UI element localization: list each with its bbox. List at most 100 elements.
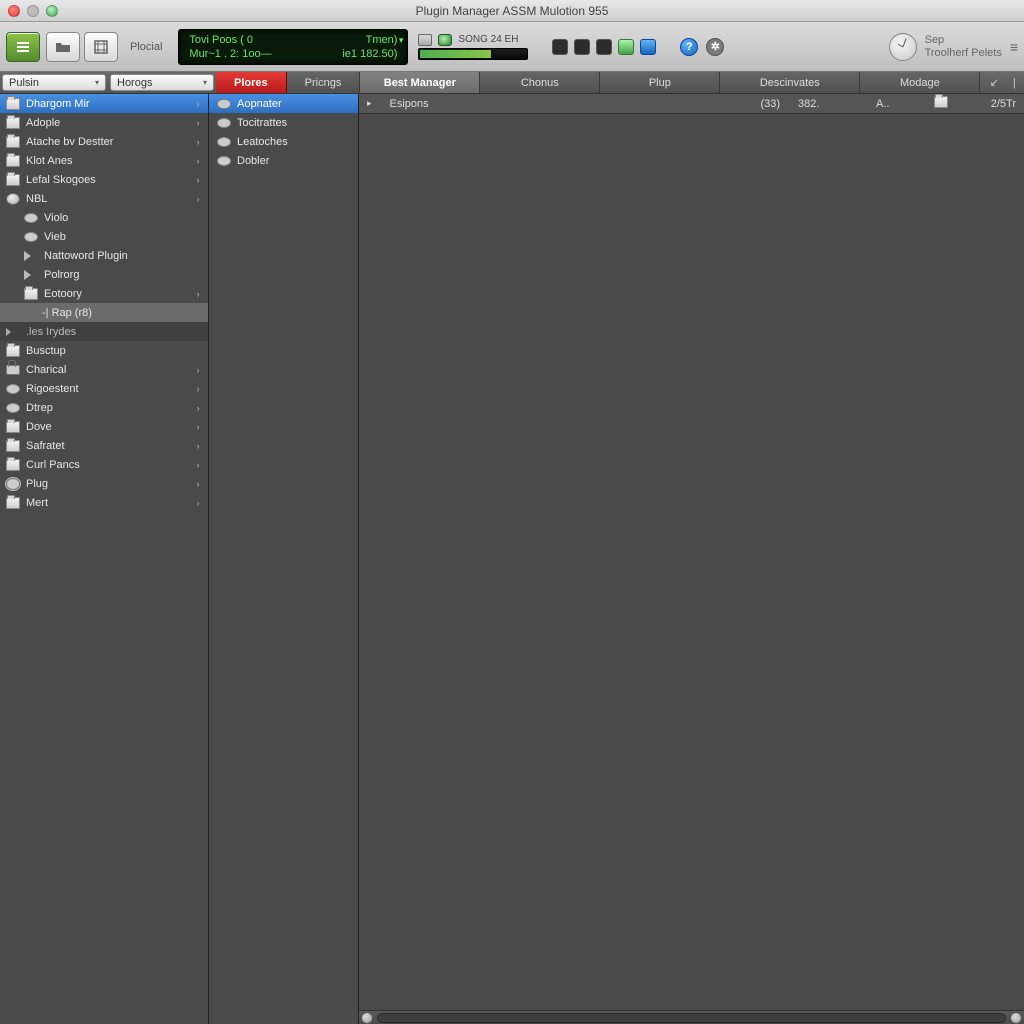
chevron-right-icon: › <box>192 194 204 204</box>
sidebar-item[interactable]: Vieb <box>0 227 208 246</box>
sublist-item[interactable]: Aopnater <box>209 94 358 113</box>
sidebar-item[interactable]: Dtrep› <box>0 398 208 417</box>
header-folder-icon[interactable] <box>934 96 948 111</box>
folder-icon <box>55 39 71 55</box>
status-slot-5[interactable] <box>640 39 656 55</box>
sublist-item-label: Dobler <box>237 155 269 167</box>
tab-chonus[interactable]: Chonus <box>480 72 600 93</box>
horizontal-scrollbar[interactable] <box>359 1010 1024 1024</box>
header-col-count[interactable]: (33) <box>760 98 780 110</box>
cpu-meter-fill <box>420 50 490 58</box>
status-slot-2[interactable] <box>574 39 590 55</box>
item-icon <box>217 137 231 147</box>
tab-descinvates[interactable]: Descinvates <box>720 72 860 93</box>
close-window-button[interactable] <box>8 5 20 17</box>
tab-best-manager[interactable]: Best Manager <box>360 72 480 93</box>
sidebar-section-header[interactable]: .les Irydes <box>0 322 208 341</box>
sidebar-item[interactable]: Lefal Skogoes› <box>0 170 208 189</box>
scroll-right-button[interactable] <box>1010 1012 1022 1024</box>
zoom-window-button[interactable] <box>46 5 58 17</box>
tri-icon <box>24 270 38 280</box>
status-slot-4[interactable] <box>618 39 634 55</box>
grid-view-button[interactable] <box>84 32 118 62</box>
sidebar-item[interactable]: Rigoestent› <box>0 379 208 398</box>
tab-plup[interactable]: Plup <box>600 72 720 93</box>
tab-label: Descinvates <box>760 77 820 89</box>
chevron-right-icon: › <box>192 479 204 489</box>
info-icon[interactable]: ? <box>680 38 698 56</box>
tab-pricngs[interactable]: Pricngs <box>287 72 361 93</box>
dot-icon <box>6 403 20 413</box>
sidebar-item[interactable]: Klot Anes› <box>0 151 208 170</box>
header-col-a[interactable]: A.. <box>876 98 916 110</box>
sidebar-item-label: Safratet <box>26 440 65 452</box>
sidebar-item[interactable]: Atache bv Destter› <box>0 132 208 151</box>
lcd-dropdown-icon[interactable]: ▾ <box>399 33 404 47</box>
sidebar-item[interactable]: Eotoory› <box>0 284 208 303</box>
file-view-button[interactable] <box>46 32 80 62</box>
sublist: Aopnater Tocitrattes Leatoches Dobler <box>209 94 359 1024</box>
toolbar-menu-icon[interactable]: ≡ <box>1010 39 1018 55</box>
sidebar: Dhargom Mir›Adople›Atache bv Destter›Klo… <box>0 94 209 1024</box>
titlebar: Plugin Manager ASSM Mulotion 955 <box>0 0 1024 22</box>
sidebar-item-label: Vieb <box>44 231 66 243</box>
filter-select-1[interactable]: Pulsin ▾ <box>2 74 106 91</box>
sidebar-item[interactable]: Curl Pancs› <box>0 455 208 474</box>
sublist-item[interactable]: Leatoches <box>209 132 358 151</box>
filter-select-1-label: Pulsin <box>9 77 39 89</box>
sidebar-item[interactable]: Adople› <box>0 113 208 132</box>
sidebar-item[interactable]: Busctup <box>0 341 208 360</box>
film-icon <box>93 39 109 55</box>
sidebar-item[interactable]: Violo <box>0 208 208 227</box>
header-col-page[interactable]: 2/5Tr <box>966 98 1016 110</box>
sidebar-item[interactable]: Nattoword Plugin <box>0 246 208 265</box>
triangle-icon <box>6 328 20 336</box>
folder-icon <box>934 96 948 108</box>
clock-icon[interactable] <box>889 33 917 61</box>
library-button[interactable] <box>6 32 40 62</box>
sublist-item-label: Tocitrattes <box>237 117 287 129</box>
sidebar-section-label: .les Irydes <box>26 326 76 338</box>
minimize-window-button[interactable] <box>27 5 39 17</box>
content-header: ▸ Esipons (33) 382. A.. 2/5Tr <box>359 94 1024 114</box>
transport-lcd[interactable]: ▾ Tovi Poos ( 0 Tmen) Mur~1 . 2: 1oo— ie… <box>178 29 408 65</box>
sidebar-item-label: Dhargom Mir <box>26 98 90 110</box>
tab-modage[interactable]: Modage <box>860 72 980 93</box>
sidebar-item[interactable]: Dhargom Mir› <box>0 94 208 113</box>
sidebar-item[interactable]: Dove› <box>0 417 208 436</box>
sidebar-item-label: Dtrep <box>26 402 53 414</box>
sidebar-item[interactable]: -| Rap (r8) <box>0 303 208 322</box>
filter-select-2-label: Horogs <box>117 77 152 89</box>
sidebar-item[interactable]: Plug› <box>0 474 208 493</box>
sidebar-item-label: Klot Anes <box>26 155 72 167</box>
sidebar-item[interactable]: Mert› <box>0 493 208 512</box>
header-col-num[interactable]: 382. <box>798 98 858 110</box>
sublist-item[interactable]: Dobler <box>209 151 358 170</box>
toolbar: Plocial ▾ Tovi Poos ( 0 Tmen) Mur~1 . 2:… <box>0 22 1024 72</box>
tab-label: Plup <box>649 77 671 89</box>
sidebar-item-label: Lefal Skogoes <box>26 174 96 186</box>
sidebar-item[interactable]: Polrorg <box>0 265 208 284</box>
header-expand-icon[interactable]: ▸ <box>367 98 372 109</box>
android-icon[interactable]: ✲ <box>706 38 724 56</box>
status-slot-1[interactable] <box>552 39 568 55</box>
filter-right-icons: ↙ | ✱ Cu <box>980 72 1024 93</box>
sidebar-item[interactable]: Charical› <box>0 360 208 379</box>
tab-label: Pricngs <box>305 77 342 89</box>
scroll-track[interactable] <box>377 1013 1006 1023</box>
status-slot-3[interactable] <box>596 39 612 55</box>
tab-plores[interactable]: Plores <box>216 72 287 93</box>
header-col-name[interactable]: Esipons <box>390 98 429 110</box>
sidebar-item[interactable]: Safratet› <box>0 436 208 455</box>
item-icon <box>217 99 231 109</box>
scroll-left-button[interactable] <box>361 1012 373 1024</box>
folder-icon <box>6 497 20 509</box>
collapse-icon[interactable]: ↙ <box>986 75 1002 91</box>
sublist-item[interactable]: Tocitrattes <box>209 113 358 132</box>
sidebar-item[interactable]: NBL› <box>0 189 208 208</box>
filter-select-2[interactable]: Horogs ▾ <box>110 74 214 91</box>
list-icon <box>15 39 31 55</box>
sidebar-item-label: Eotoory <box>44 288 82 300</box>
help-icons: ? ✲ <box>680 38 724 56</box>
folder-icon <box>6 155 20 167</box>
